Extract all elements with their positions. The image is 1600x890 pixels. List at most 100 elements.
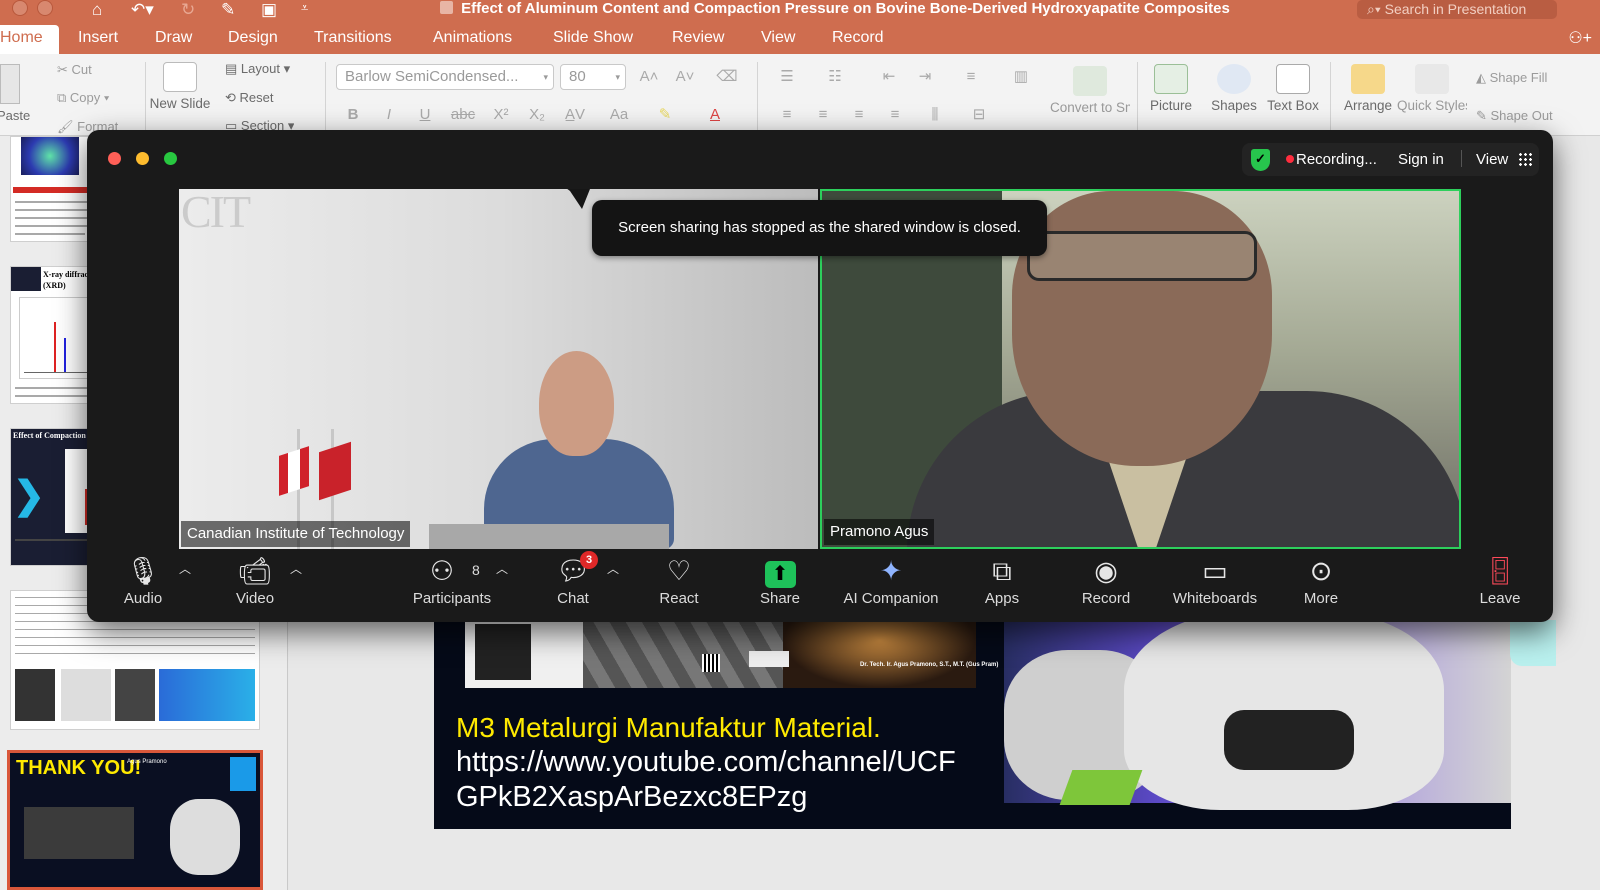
undo-icon[interactable]: ↶▾	[131, 0, 154, 20]
edit-icon[interactable]: ✎	[221, 0, 235, 20]
tab-home[interactable]: Home	[0, 25, 59, 54]
align-text-icon[interactable]: ⊟	[966, 104, 992, 126]
shape-outline-button[interactable]: ✎ Shape Out	[1476, 108, 1553, 124]
ai-companion-label: AI Companion	[843, 590, 939, 607]
shape-fill-label: Shape Fill	[1489, 70, 1548, 85]
save-icon[interactable]: ▣	[261, 0, 277, 20]
clear-format-icon[interactable]: ⌫	[714, 66, 740, 88]
thumbnail-image	[21, 137, 79, 175]
whiteboards-label: Whiteboards	[1172, 590, 1258, 607]
highlight-icon[interactable]: ✎	[652, 104, 678, 126]
change-case-icon[interactable]: Aa	[606, 104, 632, 126]
justify-icon[interactable]: ≡	[882, 104, 908, 126]
more-button[interactable]: ⊙ More	[1291, 554, 1351, 607]
strikethrough-icon[interactable]: abc	[450, 104, 476, 126]
redo-icon[interactable]: ↻	[181, 0, 195, 20]
share-button[interactable]: ⬆ Share	[750, 554, 810, 607]
paint-bucket-icon: ◭	[1476, 70, 1490, 85]
tab-transitions[interactable]: Transitions	[314, 29, 392, 47]
tab-animations[interactable]: Animations	[433, 29, 512, 47]
text-box-button[interactable]: Text Box	[1258, 64, 1328, 134]
share-people-icon[interactable]: ⚇+	[1568, 28, 1592, 48]
zoom-meeting-window: ✓ Recording... Sign in View CIT Canadian…	[87, 130, 1553, 622]
record-button[interactable]: ◉ Record	[1071, 554, 1141, 607]
cut-button[interactable]: ✂ Cut	[57, 62, 92, 78]
text-direction-icon[interactable]: ⫼	[922, 104, 948, 126]
recording-dot-icon	[1286, 155, 1294, 163]
recording-status[interactable]: Recording...	[1296, 151, 1377, 168]
tab-insert[interactable]: Insert	[78, 29, 118, 47]
font-color-icon[interactable]: A	[702, 104, 728, 126]
slide-image-strip: Dr. Tech. Ir. Agus Pramono, S.T., M.T. (…	[465, 620, 998, 688]
subscript-icon[interactable]: X₂	[524, 104, 550, 126]
font-size-select[interactable]: 80 ▾	[560, 64, 626, 90]
font-name-value: Barlow SemiCondensed...	[345, 68, 519, 85]
home-icon[interactable]: ⌂	[92, 0, 102, 20]
quick-styles-button[interactable]: Quick Styles	[1397, 64, 1467, 134]
audio-options-chevron-icon[interactable]: ︿	[179, 560, 191, 577]
window-minimize-button[interactable]	[37, 0, 53, 16]
bullets-icon[interactable]: ☰	[774, 66, 800, 88]
indent-icon[interactable]: ⇥	[912, 66, 938, 88]
current-slide[interactable]: Dr. Tech. Ir. Agus Pramono, S.T., M.T. (…	[434, 620, 1511, 829]
search-icon: ⌕▾	[1367, 1, 1385, 17]
tab-record[interactable]: Record	[832, 29, 884, 47]
picture-label: Picture	[1149, 98, 1193, 113]
align-right-icon[interactable]: ≡	[846, 104, 872, 126]
increase-font-icon[interactable]: A˄	[636, 66, 662, 88]
tab-draw[interactable]: Draw	[155, 29, 192, 47]
copy-button[interactable]: ⧉ Copy ▾	[57, 90, 109, 106]
video-options-chevron-icon[interactable]: ︿	[290, 560, 302, 577]
superscript-icon[interactable]: X²	[488, 104, 514, 126]
slide-thumbnail-5[interactable]: THANK YOU! Agus Pramono	[7, 750, 263, 890]
arrange-button[interactable]: Arrange	[1333, 64, 1403, 113]
tab-view[interactable]: View	[761, 29, 795, 47]
line-spacing-icon[interactable]: ≡	[958, 66, 984, 88]
react-button[interactable]: ♡ React	[649, 554, 709, 607]
reset-button[interactable]: ⟲ Reset	[225, 90, 273, 106]
font-name-select[interactable]: Barlow SemiCondensed... ▾	[336, 64, 554, 90]
search-input[interactable]: ⌕▾ Search in Presentation	[1357, 0, 1557, 19]
tab-slide-show[interactable]: Slide Show	[553, 29, 633, 47]
zoom-maximize-button[interactable]	[164, 152, 177, 165]
audio-button[interactable]: 🎙︎ Audio	[113, 554, 173, 607]
paste-label[interactable]: Paste	[0, 108, 30, 123]
picture-button[interactable]: Picture	[1136, 64, 1206, 113]
text-box-icon	[1276, 64, 1310, 94]
zoom-minimize-button[interactable]	[136, 152, 149, 165]
align-center-icon[interactable]: ≡	[810, 104, 836, 126]
shape-fill-button[interactable]: ◭ Shape Fill	[1476, 70, 1547, 86]
align-left-icon[interactable]: ≡	[774, 104, 800, 126]
apps-button[interactable]: ⧉ Apps	[972, 554, 1032, 607]
video-button[interactable]: 📹︎ Video	[225, 554, 285, 607]
layout-button[interactable]: ▤ Layout ▾	[225, 61, 290, 77]
paste-icon[interactable]	[0, 64, 20, 104]
columns-icon[interactable]: ▥	[1008, 66, 1034, 88]
participants-options-chevron-icon[interactable]: ︿	[496, 560, 508, 577]
sign-in-link[interactable]: Sign in	[1398, 151, 1444, 168]
slide-edge-decoration	[1510, 620, 1556, 666]
numbering-icon[interactable]: ☷	[822, 66, 848, 88]
italic-icon[interactable]: I	[376, 104, 402, 126]
encryption-shield-icon[interactable]: ✓	[1251, 149, 1270, 171]
thumbnail-image	[159, 669, 255, 721]
underline-icon[interactable]: U	[412, 104, 438, 126]
window-close-button[interactable]	[12, 0, 28, 16]
view-button[interactable]: View	[1476, 151, 1508, 168]
char-spacing-icon[interactable]: A̲V	[562, 104, 588, 126]
participants-button[interactable]: ⚇ Participants	[407, 554, 497, 607]
whiteboards-button[interactable]: ▭ Whiteboards	[1169, 554, 1261, 607]
tab-review[interactable]: Review	[672, 29, 724, 47]
convert-smartart-button[interactable]: Convert to SmartArt	[1050, 66, 1130, 132]
tab-design[interactable]: Design	[228, 29, 278, 47]
bold-icon[interactable]: B	[340, 104, 366, 126]
new-slide-button[interactable]: New Slide	[145, 62, 215, 132]
outdent-icon[interactable]: ⇤	[876, 66, 902, 88]
ai-companion-button[interactable]: ✦ AI Companion	[835, 554, 947, 607]
zoom-close-button[interactable]	[108, 152, 121, 165]
customize-toolbar-icon[interactable]: ⩡	[301, 0, 308, 16]
decrease-font-icon[interactable]: A˅	[672, 66, 698, 88]
chat-options-chevron-icon[interactable]: ︿	[607, 560, 619, 577]
leave-button[interactable]: 🚪︎ Leave	[1470, 554, 1530, 607]
grid-view-icon[interactable]	[1518, 152, 1532, 166]
